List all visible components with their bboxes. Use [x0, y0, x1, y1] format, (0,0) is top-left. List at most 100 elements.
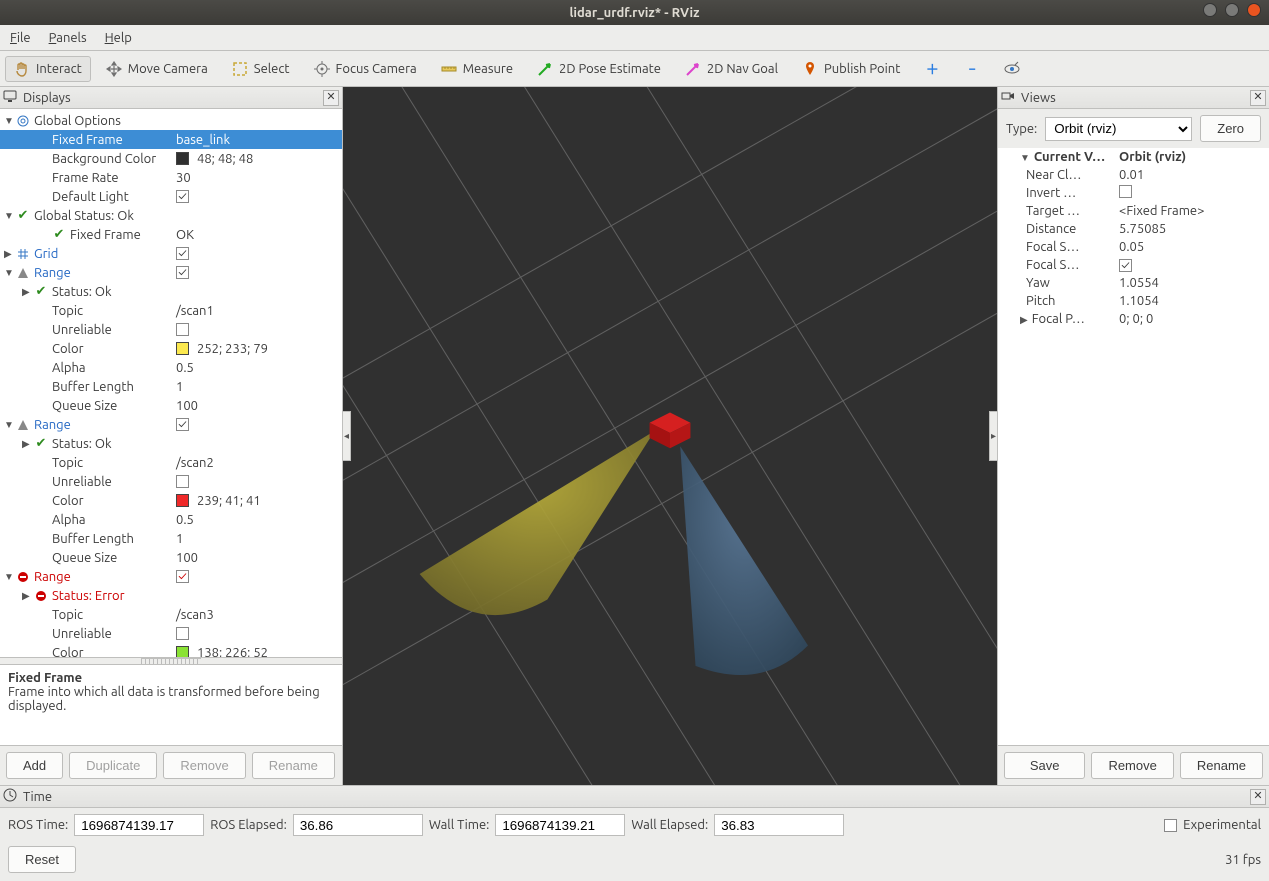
remove-button: Remove	[163, 752, 245, 779]
target-icon	[314, 61, 330, 77]
check-icon: ✔	[34, 285, 48, 299]
viewport[interactable]: ◂ ▸	[343, 87, 997, 785]
grid-label[interactable]: Grid	[34, 247, 58, 261]
duplicate-button: Duplicate	[69, 752, 157, 779]
nav-arrow-icon	[685, 61, 701, 77]
select-button[interactable]: Select	[223, 56, 299, 82]
add-button[interactable]: Add	[6, 752, 63, 779]
interact-button[interactable]: Interact	[5, 56, 91, 82]
camera-icon	[1001, 89, 1015, 106]
fixed-frame-value[interactable]: base_link	[172, 133, 338, 147]
check-icon: ✔	[34, 437, 48, 451]
displays-tree[interactable]: ▼Global Options ▶Fixed Framebase_link ▶B…	[0, 109, 342, 658]
color-swatch	[176, 646, 189, 658]
maximize-icon[interactable]	[1225, 3, 1239, 17]
range-icon	[16, 266, 30, 280]
close-icon[interactable]	[1247, 3, 1261, 17]
default-light-checkbox[interactable]: ✓	[176, 190, 189, 203]
description-box: Fixed Frame Frame into which all data is…	[0, 664, 342, 746]
unreliable-checkbox[interactable]	[176, 627, 189, 640]
wall-time-label: Wall Time:	[429, 818, 490, 832]
gear-icon	[16, 114, 30, 128]
move-camera-button[interactable]: Move Camera	[97, 56, 217, 82]
range2-label[interactable]: Range	[34, 418, 71, 432]
toolbar: Interact Move Camera Select Focus Camera…	[0, 51, 1269, 87]
views-panel: Views ✕ Type: Orbit (rviz) Zero ▼Current…	[997, 87, 1269, 785]
measure-button[interactable]: Measure	[432, 56, 522, 82]
global-status-label[interactable]: Global Status: Ok	[34, 209, 134, 223]
experimental-checkbox[interactable]	[1164, 819, 1177, 832]
publish-point-button[interactable]: Publish Point	[793, 56, 909, 82]
range2-checkbox[interactable]: ✓	[176, 418, 189, 431]
time-title: Time	[23, 790, 1244, 804]
ros-elapsed-label: ROS Elapsed:	[210, 818, 287, 832]
desc-body: Frame into which all data is transformed…	[8, 685, 320, 713]
rename-button: Rename	[252, 752, 335, 779]
menu-help[interactable]: Help	[105, 31, 132, 45]
color-swatch	[176, 494, 189, 507]
unreliable-checkbox[interactable]	[176, 323, 189, 336]
bgcolor-swatch	[176, 152, 189, 165]
time-close-button[interactable]: ✕	[1250, 789, 1266, 805]
menu-panels[interactable]: Panels	[49, 31, 87, 45]
pin-icon	[802, 61, 818, 77]
wall-elapsed-input[interactable]	[714, 814, 844, 836]
displays-close-button[interactable]: ✕	[323, 90, 339, 106]
fps-label: 31 fps	[1225, 853, 1261, 867]
right-handle[interactable]: ▸	[989, 411, 997, 461]
unreliable-checkbox[interactable]	[176, 475, 189, 488]
focus-camera-button[interactable]: Focus Camera	[305, 56, 426, 82]
fixed-frame-label[interactable]: Fixed Frame	[52, 133, 123, 147]
focal-checkbox[interactable]: ✓	[1119, 259, 1132, 272]
rename-view-button[interactable]: Rename	[1180, 752, 1263, 779]
default-light-label[interactable]: Default Light	[52, 190, 129, 204]
add-tool-button[interactable]: ＋	[915, 56, 949, 82]
displays-panel: Displays ✕ ▼Global Options ▶Fixed Frameb…	[0, 87, 343, 785]
remove-view-button[interactable]: Remove	[1091, 752, 1173, 779]
plus-icon: ＋	[924, 61, 940, 77]
eye-icon	[1004, 61, 1020, 77]
window-title: lidar_urdf.rviz* - RViz	[569, 6, 699, 20]
zero-button[interactable]: Zero	[1200, 115, 1261, 142]
left-handle[interactable]: ◂	[343, 411, 351, 461]
views-title: Views	[1021, 91, 1244, 105]
views-properties[interactable]: ▼Current V…Orbit (rviz) Near Cl…0.01 Inv…	[998, 148, 1269, 746]
color-swatch	[176, 342, 189, 355]
grid-icon	[16, 247, 30, 261]
ros-time-input[interactable]	[74, 814, 204, 836]
range1-checkbox[interactable]: ✓	[176, 266, 189, 279]
error-icon	[34, 589, 48, 603]
ros-elapsed-input[interactable]	[293, 814, 423, 836]
hand-icon	[14, 61, 30, 77]
views-close-button[interactable]: ✕	[1250, 90, 1266, 106]
view-type-select[interactable]: Orbit (rviz)	[1045, 117, 1192, 141]
error-icon	[16, 570, 30, 584]
check-icon: ✔	[16, 209, 30, 223]
select-icon	[232, 61, 248, 77]
ros-time-label: ROS Time:	[8, 818, 68, 832]
pose-estimate-button[interactable]: 2D Pose Estimate	[528, 56, 670, 82]
range3-label[interactable]: Range	[34, 570, 71, 584]
invert-checkbox[interactable]	[1119, 185, 1132, 198]
range1-label[interactable]: Range	[34, 266, 71, 280]
nav-goal-button[interactable]: 2D Nav Goal	[676, 56, 787, 82]
minimize-icon[interactable]	[1203, 3, 1217, 17]
reset-button[interactable]: Reset	[8, 846, 76, 873]
bgcolor-label[interactable]: Background Color	[52, 152, 156, 166]
experimental-label: Experimental	[1183, 818, 1261, 832]
visibility-button[interactable]	[995, 56, 1029, 82]
global-options-label[interactable]: Global Options	[34, 114, 121, 128]
remove-tool-button[interactable]: −	[955, 56, 989, 82]
check-icon: ✔	[52, 228, 66, 242]
framerate-label[interactable]: Frame Rate	[52, 171, 119, 185]
pose-arrow-icon	[537, 61, 553, 77]
grid-checkbox[interactable]: ✓	[176, 247, 189, 260]
menubar: File Panels Help	[0, 25, 1269, 51]
save-view-button[interactable]: Save	[1004, 752, 1085, 779]
wall-elapsed-label: Wall Elapsed:	[631, 818, 708, 832]
wall-time-input[interactable]	[495, 814, 625, 836]
menu-file[interactable]: File	[10, 31, 31, 45]
range3-checkbox[interactable]: ✓	[176, 570, 189, 583]
minus-icon: −	[964, 61, 980, 77]
clock-icon	[3, 788, 17, 805]
